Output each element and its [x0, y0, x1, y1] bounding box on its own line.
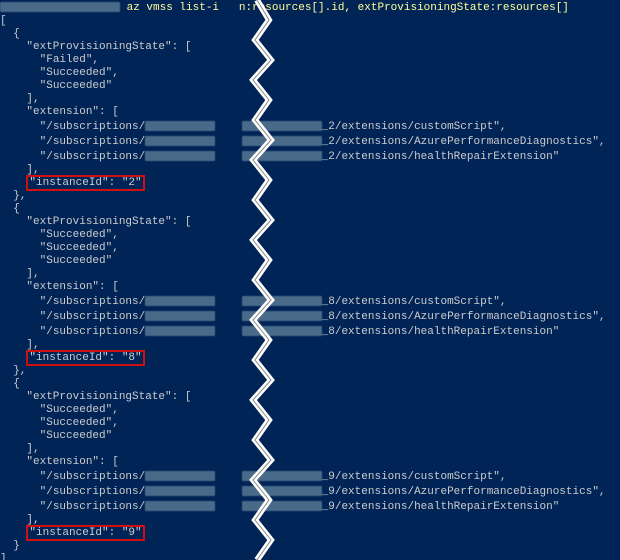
prompt-path: [0, 2, 120, 14]
prov-state: Succeeded: [46, 242, 105, 254]
ext-name: healthRepairExtension: [414, 326, 553, 338]
ext-prov-label: "extProvisioningState": [: [26, 216, 191, 228]
terminal-output: az vmss list-i n:resources[].id, extProv…: [0, 0, 620, 560]
ext-name: customScript: [414, 296, 493, 308]
command-cont: n:resources[].id, extProvisioningState:r…: [239, 2, 569, 14]
ext-name: AzurePerformanceDiagnostics: [414, 486, 592, 498]
extension-label: "extension": [: [26, 106, 118, 118]
ext-name: healthRepairExtension: [414, 151, 553, 163]
prov-state: Succeeded: [46, 229, 105, 241]
extension-label: "extension": [: [26, 456, 118, 468]
prov-state: Succeeded: [46, 404, 105, 416]
ext-prov-label: "extProvisioningState": [: [26, 41, 191, 53]
prov-state: Succeeded: [46, 67, 105, 79]
prov-state: Succeeded: [46, 255, 105, 267]
ext-name: AzurePerformanceDiagnostics: [414, 136, 592, 148]
ext-name: AzurePerformanceDiagnostics: [414, 311, 592, 323]
instance-id-highlight: "instanceId": "9": [26, 525, 144, 541]
prov-state: Succeeded: [46, 417, 105, 429]
instance-id-highlight: "instanceId": "8": [26, 350, 144, 366]
prov-state: Succeeded: [46, 80, 105, 92]
ext-prov-label: "extProvisioningState": [: [26, 391, 191, 403]
command-text: az vmss list-i: [127, 2, 219, 14]
ext-name: customScript: [414, 121, 493, 133]
prov-state: Succeeded: [46, 430, 105, 442]
ext-name: customScript: [414, 471, 493, 483]
prov-state: Failed: [46, 54, 86, 66]
ext-name: healthRepairExtension: [414, 501, 553, 513]
instance-id-highlight: "instanceId": "2": [26, 175, 144, 191]
extension-label: "extension": [: [26, 281, 118, 293]
